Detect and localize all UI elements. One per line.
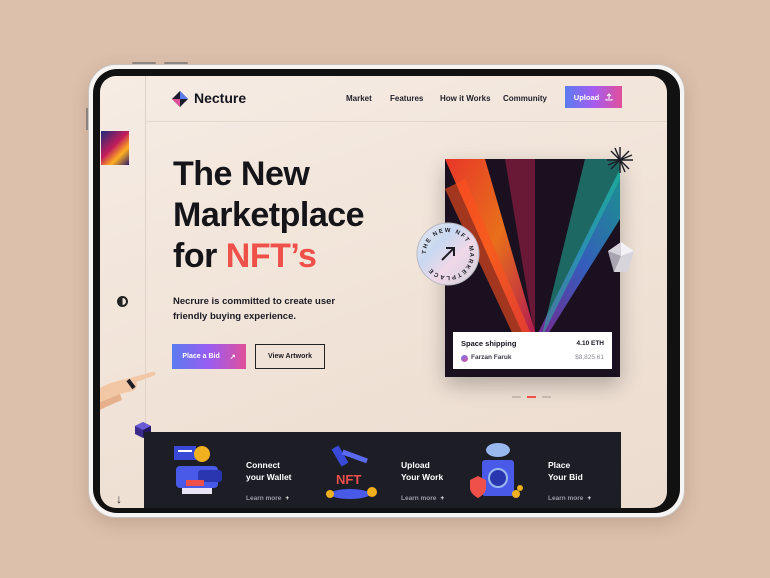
plus-icon: + (587, 495, 592, 502)
nft-upload-illustration: NFT (326, 445, 377, 499)
marketplace-badge: THE NEW NFT MARKETPLACE (416, 222, 480, 286)
wallet-illustration (174, 446, 222, 494)
plus-icon: + (285, 495, 290, 502)
feature-place-bid: Place Your Bid Learn more + (464, 432, 621, 508)
learn-more-label: Learn more (246, 495, 282, 502)
vault-illustration (470, 443, 523, 498)
view-artwork-label: View Artwork (268, 353, 312, 360)
pointing-hand-icon (100, 371, 156, 410)
hero-title-line: Marketplace (173, 196, 365, 234)
nft-price: 4.10 ETH (576, 340, 604, 347)
nft-owner[interactable]: Farzan Faruk (471, 354, 511, 361)
necture-logo-icon[interactable] (172, 91, 188, 107)
brand-name[interactable]: Necture (194, 90, 246, 106)
view-artwork-button[interactable]: View Artwork (255, 344, 325, 369)
upload-icon (605, 93, 613, 101)
feature-upload-work: NFT Upload Your Work Learn more + (304, 432, 464, 508)
feature-connect-wallet: Connect your Wallet Learn more + (144, 432, 304, 508)
nav-link-how-it-works[interactable]: How it Works (440, 94, 491, 103)
hero-title: The New Marketplace for NFT’s (173, 154, 365, 277)
upload-button[interactable]: Upload (565, 86, 622, 108)
learn-more-link[interactable]: Learn more + (401, 495, 444, 502)
hero-title-line: for NFT’s (173, 236, 364, 277)
plus-icon: + (440, 495, 445, 502)
carousel-dot[interactable] (512, 396, 521, 398)
arrow-up-right-icon: ↗ (229, 353, 236, 361)
top-nav: Necture Market Features How it Works Com… (146, 76, 667, 122)
theme-toggle-icon[interactable] (117, 296, 128, 307)
nav-link-community[interactable]: Community (503, 94, 547, 103)
hero-title-line: The New (173, 155, 310, 193)
feature-title: Upload Your Work (401, 459, 471, 483)
crystal-icon (608, 242, 634, 272)
tablet-frame: ↓ Necture Market Features How it Works C… (88, 64, 685, 518)
learn-more-link[interactable]: Learn more + (548, 495, 591, 502)
nft-usd-price: $8,825.61 (575, 354, 604, 361)
sparkle-icon (607, 147, 633, 173)
nft-name: Space shipping (461, 339, 517, 348)
place-bid-label: Place a Bid (182, 353, 220, 360)
feature-title-line: Upload (401, 460, 430, 470)
nav-link-features[interactable]: Features (390, 94, 423, 103)
website-screen: ↓ Necture Market Features How it Works C… (100, 76, 667, 508)
scroll-down-icon[interactable]: ↓ (116, 492, 122, 506)
upload-label: Upload (573, 92, 600, 102)
feature-title-line: Place (548, 460, 571, 470)
hero-title-accent: NFT’s (225, 237, 317, 275)
hero-subtitle: Necrure is committed to create user frie… (173, 296, 336, 322)
feature-title-line: Your Work (401, 472, 444, 482)
svg-text:NFT: NFT (336, 472, 361, 487)
feature-title: Place Your Bid (548, 459, 618, 483)
hero-title-prefix: for (173, 237, 226, 275)
carousel-dots (512, 396, 551, 398)
feature-title-line: Your Bid (548, 472, 583, 482)
features-panel: Connect your Wallet Learn more + NFT Uplo… (144, 432, 621, 508)
owner-avatar (461, 355, 468, 362)
nft-info-panel: Space shipping 4.10 ETH Farzan Faruk $8,… (453, 332, 612, 369)
learn-more-label: Learn more (548, 495, 584, 502)
nav-link-market[interactable]: Market (346, 94, 372, 103)
place-bid-button[interactable]: Place a Bid ↗ (172, 344, 246, 369)
artwork-thumbnail[interactable] (101, 131, 129, 165)
learn-more-link[interactable]: Learn more + (246, 495, 289, 502)
carousel-dot[interactable] (542, 396, 551, 398)
learn-more-label: Learn more (401, 495, 437, 502)
carousel-dot[interactable] (527, 396, 536, 398)
